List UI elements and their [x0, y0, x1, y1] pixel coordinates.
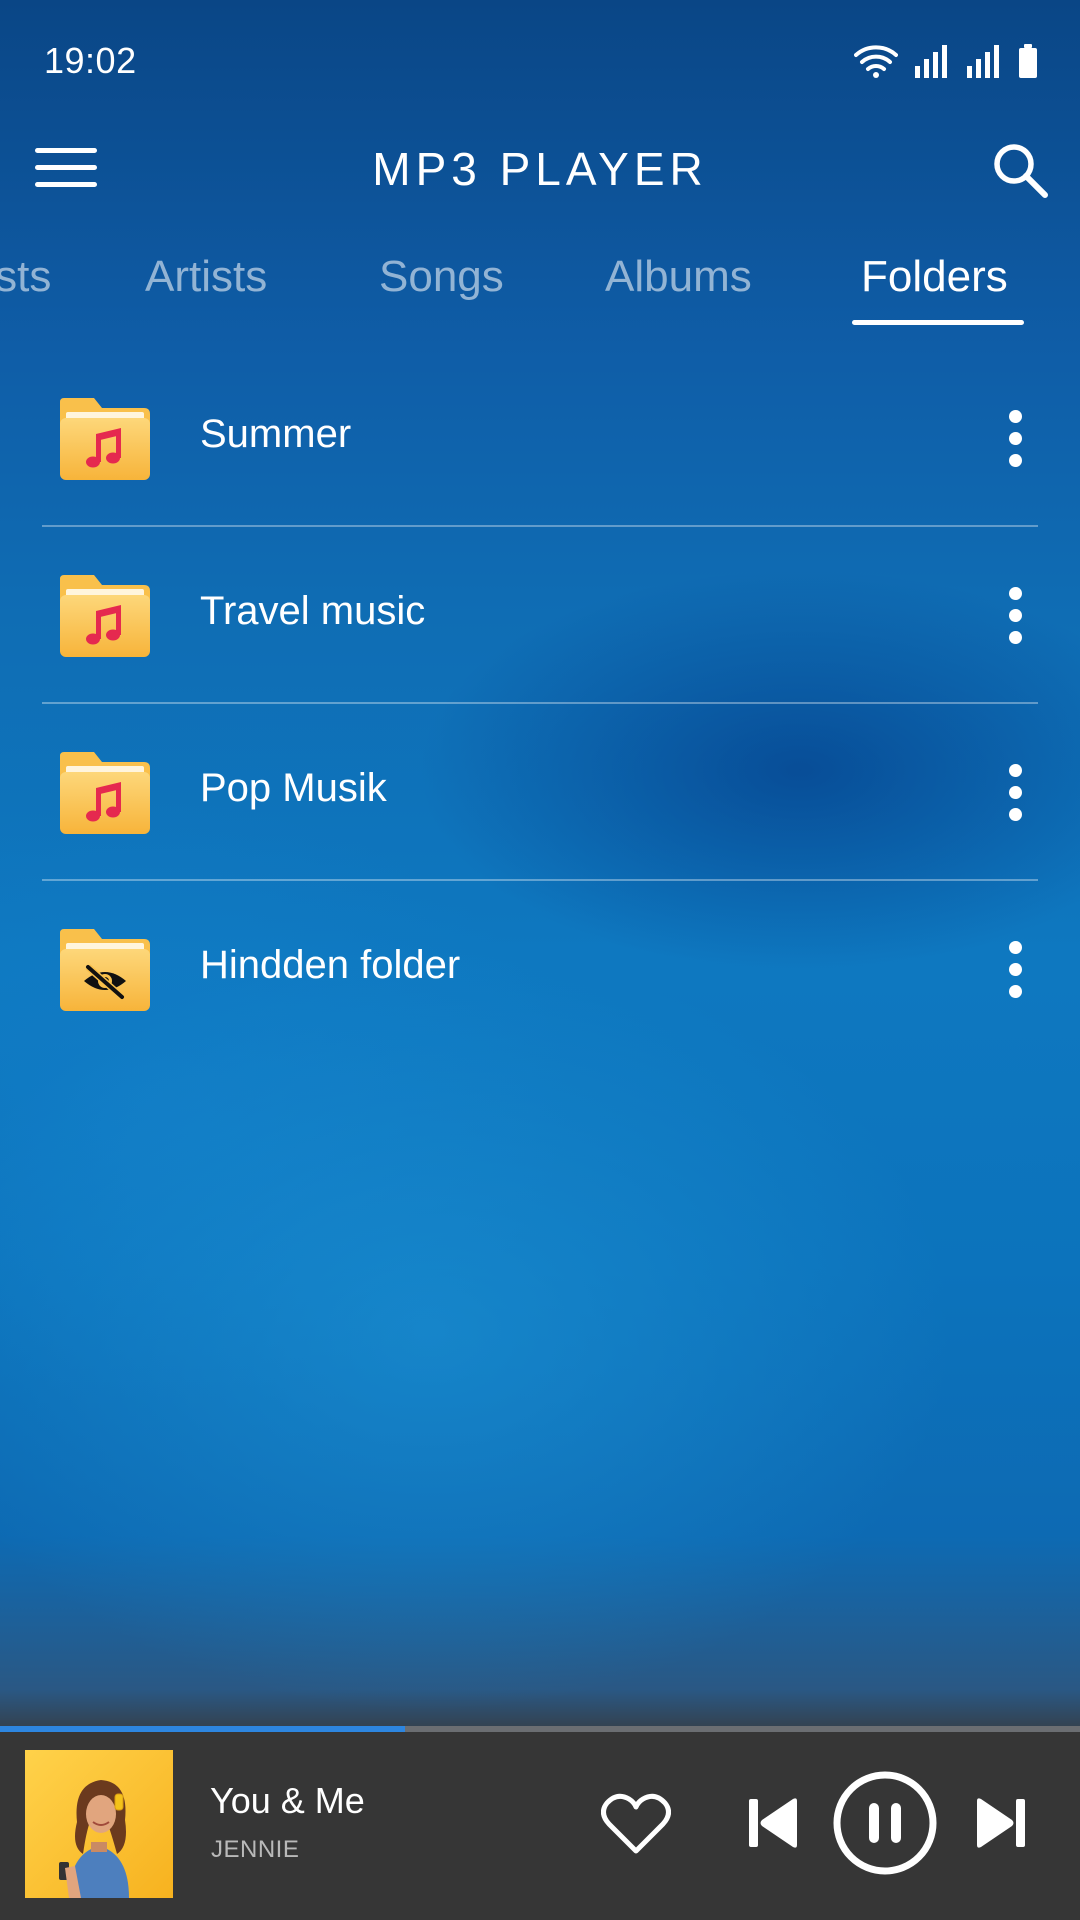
search-button[interactable] [984, 136, 1056, 208]
more-options-button[interactable] [980, 400, 1050, 476]
folder-row[interactable]: Pop Musik [0, 704, 1080, 881]
tab-artists[interactable]: Artists [145, 252, 267, 302]
more-options-button[interactable] [980, 577, 1050, 653]
more-vert-dot [1008, 630, 1022, 644]
music-folder-icon [58, 394, 152, 482]
favorite-button[interactable] [596, 1790, 676, 1862]
status-time: 19:02 [44, 40, 137, 81]
folder-name: Travel music [200, 589, 426, 633]
heart-icon [601, 1793, 671, 1860]
tab-albums[interactable]: Albums [605, 252, 752, 302]
more-vert-icon [1008, 940, 1022, 954]
music-folder-icon [58, 571, 152, 659]
album-art [25, 1750, 173, 1898]
hidden-folder-icon [58, 925, 152, 1013]
status-icons [854, 42, 1038, 78]
more-options-button[interactable] [980, 931, 1050, 1007]
next-button[interactable] [966, 1792, 1036, 1858]
signal-icon [966, 44, 1002, 78]
track-title: You & Me [210, 1780, 365, 1821]
signal-icon [914, 44, 950, 78]
folder-row[interactable]: Travel music [0, 527, 1080, 704]
more-vert-dot [1008, 984, 1022, 998]
more-vert-icon [1008, 763, 1022, 777]
tab-folders[interactable]: Folders [861, 252, 1008, 302]
music-folder-icon [58, 748, 152, 836]
folder-row[interactable]: Hindden folder [0, 881, 1080, 1058]
pause-button[interactable] [830, 1770, 940, 1880]
skip-previous-icon [745, 1795, 801, 1856]
more-vert-dot [1008, 431, 1022, 445]
folder-row[interactable]: Summer [0, 350, 1080, 527]
more-vert-dot [1008, 962, 1022, 976]
previous-button[interactable] [738, 1792, 808, 1858]
tab-indicator [852, 320, 1024, 325]
skip-next-icon [973, 1795, 1029, 1856]
folder-name: Pop Musik [200, 766, 387, 810]
folder-list: Summer Travel music Pop Musik Hindden fo… [0, 350, 1080, 1058]
more-vert-icon [1008, 586, 1022, 600]
more-vert-dot [1008, 785, 1022, 799]
pause-icon [831, 1769, 939, 1882]
search-icon [991, 141, 1049, 204]
folder-name: Hindden folder [200, 943, 461, 987]
more-vert-dot [1008, 608, 1022, 622]
wifi-icon [854, 44, 898, 78]
folder-name: Summer [200, 412, 352, 456]
status-bar: 19:02 [0, 0, 1080, 120]
tab-songs[interactable]: Songs [379, 252, 504, 302]
more-vert-dot [1008, 453, 1022, 467]
battery-icon [1018, 44, 1038, 78]
mini-player[interactable]: You & Me JENNIE [0, 1732, 1080, 1920]
track-artist: JENNIE [211, 1836, 300, 1863]
app-title: MP3 PLAYER [372, 143, 708, 195]
tab-playlists[interactable]: Playlists [0, 252, 51, 302]
more-options-button[interactable] [980, 754, 1050, 830]
more-vert-icon [1008, 409, 1022, 423]
more-vert-dot [1008, 807, 1022, 821]
tab-bar: Playlists Artists Songs Albums Folders [0, 240, 1080, 330]
app-bar: MP3 PLAYER [0, 120, 1080, 220]
